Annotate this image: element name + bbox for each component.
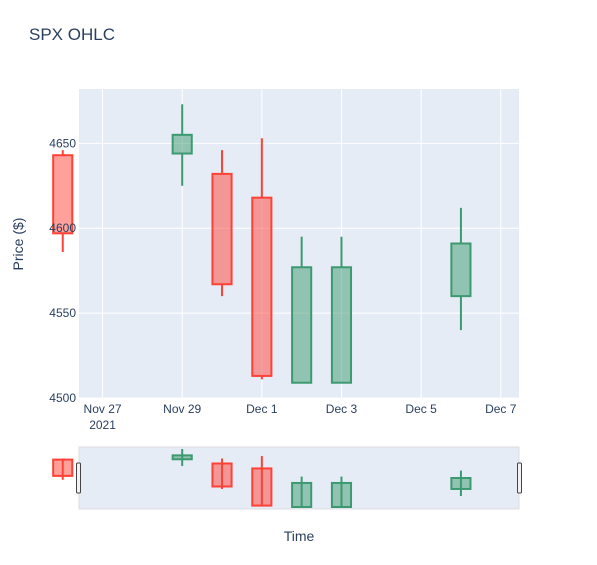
candle-body	[450, 242, 472, 298]
chart-title: SPX OHLC	[29, 25, 115, 44]
candle-body	[211, 172, 233, 286]
slider-candle	[52, 458, 74, 480]
candle-body	[330, 266, 353, 384]
candlestick-chart: SPX OHLC 4500 4550 4600 4650 Nov 27 2021 Nov …	[0, 0, 597, 565]
slider-candle-body	[171, 454, 193, 461]
range-slider-right-handle[interactable]	[517, 462, 522, 494]
slider-candle	[211, 458, 233, 489]
slider-candle-body	[211, 462, 233, 488]
slider-candle-body	[251, 467, 273, 507]
x-tick-label: Dec 3	[326, 402, 358, 416]
x-tick-label: Dec 5	[405, 402, 437, 416]
range-slider-left-handle[interactable]	[76, 462, 81, 494]
x-tick-label: Nov 29	[163, 402, 201, 416]
candle-body	[171, 133, 193, 155]
slider-candle-body	[330, 481, 353, 509]
y-tick-label: 4500	[49, 391, 76, 405]
y-tick-label: 4650	[49, 136, 76, 150]
x-tick-label: Dec 7	[485, 402, 517, 416]
x-tick-label: Nov 27	[84, 402, 122, 416]
x-axis-title: Time	[284, 528, 315, 544]
candle-body	[291, 266, 313, 384]
slider-candle-body	[291, 481, 313, 509]
x-tick-sublabel: 2021	[89, 418, 116, 432]
y-tick-label: 4600	[49, 221, 76, 235]
y-axis-title: Price ($)	[10, 218, 26, 271]
candle-body	[251, 196, 273, 377]
x-tick-label: Dec 1	[246, 402, 278, 416]
y-tick-label: 4550	[49, 306, 76, 320]
slider-candle-body	[52, 458, 74, 477]
slider-candle-body	[450, 477, 472, 490]
